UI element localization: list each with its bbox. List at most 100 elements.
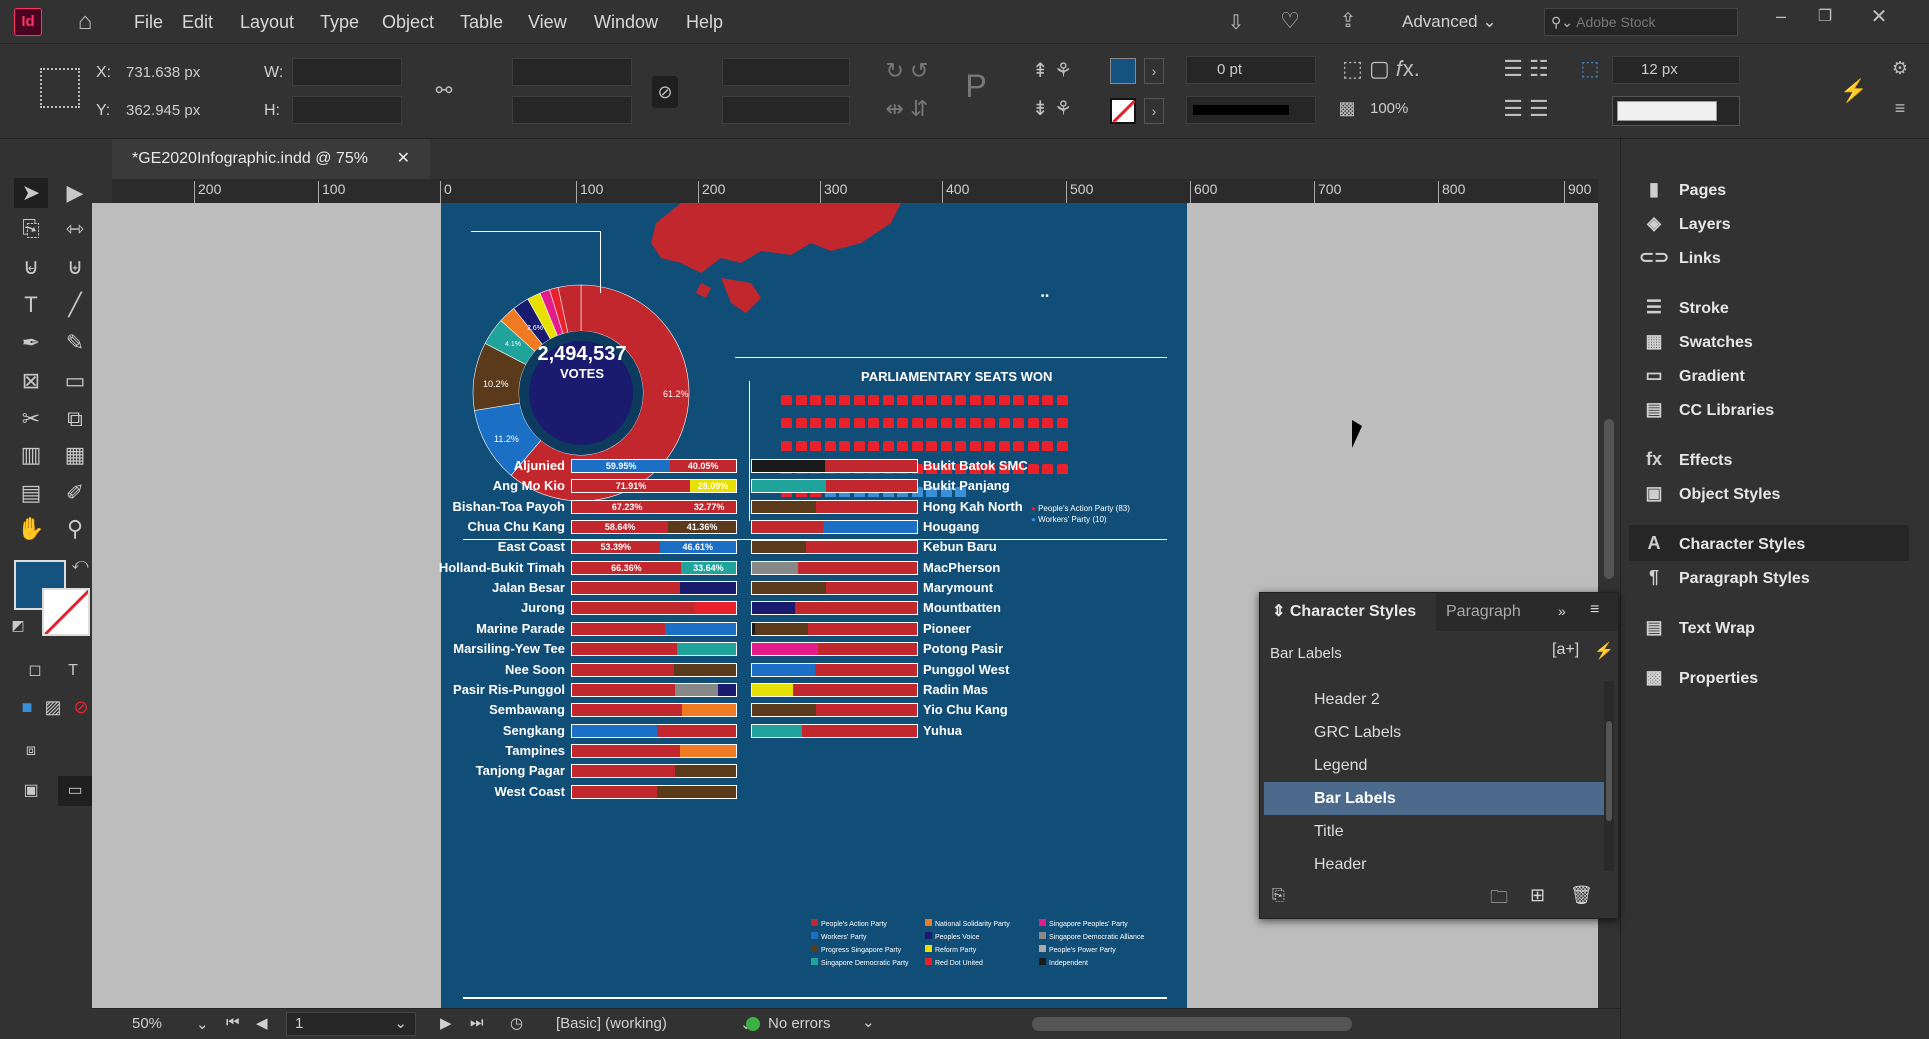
tab-paragraph-styles[interactable]: Paragraph	[1446, 593, 1521, 631]
stroke-swatch[interactable]	[1110, 98, 1136, 124]
apply-color-icon[interactable]: ■	[14, 692, 40, 722]
h-field[interactable]	[292, 96, 402, 124]
menu-window[interactable]: Window	[594, 0, 658, 44]
horizontal-ruler[interactable]: 200 100 0 100 200 300 400 500 600 700 800 900	[112, 179, 1598, 203]
minimize-icon[interactable]: –	[1766, 6, 1796, 36]
first-page-icon[interactable]: ⏮	[226, 1014, 240, 1031]
scissors-tool-icon[interactable]: ✂	[14, 404, 48, 434]
rectangle-frame-tool-icon[interactable]: ⊠	[14, 366, 48, 396]
style-item[interactable]: Header 2	[1264, 683, 1604, 716]
free-transform-tool-icon[interactable]: ⧉	[58, 404, 92, 434]
menu-view[interactable]: View	[528, 0, 567, 44]
share-icon[interactable]: ⇪	[1334, 8, 1362, 36]
menu-type[interactable]: Type	[320, 0, 359, 44]
panel-item-properties[interactable]: ▩ Properties	[1639, 659, 1919, 695]
quick-actions-icon[interactable]: ⚡	[1840, 78, 1867, 104]
workspace-switcher[interactable]: Advanced ⌄	[1402, 0, 1497, 44]
adobe-stock-search[interactable]: ⚲⌄ Adobe Stock	[1544, 8, 1738, 36]
menu-help[interactable]: Help	[686, 0, 723, 44]
view-mode-icon[interactable]: ▭	[58, 776, 92, 806]
stroke-options-arrow[interactable]: ›	[1144, 98, 1164, 124]
text-frame-p-icon[interactable]: P	[958, 68, 994, 105]
y-field[interactable]: 362.945 px	[118, 98, 238, 126]
close-tab-icon[interactable]: ✕	[397, 139, 410, 179]
gradient-swatch-tool-icon[interactable]: ▥	[14, 440, 48, 470]
rectangle-tool-icon[interactable]: ▭	[58, 366, 92, 396]
menu-edit[interactable]: Edit	[182, 0, 213, 44]
grid-align-icon[interactable]: ⬚	[1578, 56, 1602, 81]
menu-layout[interactable]: Layout	[240, 0, 294, 44]
stroke-color-box[interactable]	[42, 588, 90, 636]
panel-item-paragraph-styles[interactable]: ¶ Paragraph Styles	[1639, 559, 1919, 595]
horizontal-scrollbar[interactable]	[1032, 1017, 1352, 1031]
new-group-icon[interactable]: 🗀	[1490, 885, 1508, 915]
next-page-icon[interactable]: ▶	[440, 1014, 452, 1032]
eyedropper-tool-icon[interactable]: ✐	[58, 478, 92, 508]
font-size-field[interactable]: 12 px	[1612, 56, 1740, 84]
panel-item-cc-libraries[interactable]: ▤ CC Libraries	[1639, 391, 1919, 427]
document-tab[interactable]: *GE2020Infographic.indd @ 75% ✕	[112, 139, 430, 179]
panel-item-text-wrap[interactable]: ▤ Text Wrap	[1639, 609, 1919, 645]
apply-none-icon[interactable]: ⊘	[68, 692, 94, 722]
w-field[interactable]	[292, 58, 402, 86]
style-item[interactable]: Bar Labels	[1264, 782, 1604, 815]
swap-colors-icon[interactable]: ⤺	[70, 550, 90, 580]
panel-menu-icon[interactable]: ≡	[1590, 601, 1599, 619]
panel-item-pages[interactable]: ▮ Pages	[1639, 171, 1919, 207]
style-item[interactable]: GRC Labels	[1264, 716, 1604, 749]
settings-icon[interactable]: ⚙	[1888, 58, 1912, 79]
content-collector-icon[interactable]: ⊌	[14, 252, 48, 282]
content-placer-icon[interactable]: ⊎	[58, 252, 92, 282]
panel-item-effects[interactable]: fx Effects	[1639, 441, 1919, 477]
prev-page-icon[interactable]: ◀	[256, 1014, 268, 1032]
document-page[interactable]: ■ ■ 2,494,537 VOTES 61.2% 11.2% 10.2% 4.…	[439, 203, 1187, 1008]
screen-mode-icon[interactable]: ⧈	[14, 736, 48, 766]
fill-swatch[interactable]	[1110, 58, 1136, 84]
panel-item-character-styles[interactable]: A Character Styles	[1629, 525, 1909, 561]
menu-object[interactable]: Object	[382, 0, 434, 44]
create-style-icon[interactable]: [a+]	[1552, 641, 1579, 659]
stroke-weight-field[interactable]: 0 pt	[1186, 56, 1316, 84]
menu-table[interactable]: Table	[460, 0, 503, 44]
errors-dropdown-icon[interactable]: ⌄	[862, 1013, 875, 1031]
distribute-icon[interactable]: ⇟ ⚘	[1022, 96, 1082, 121]
selection-tool-icon[interactable]: ➤	[14, 178, 48, 208]
errors-status[interactable]: No errors	[768, 1015, 831, 1032]
formatting-container-icon[interactable]: ◻	[20, 656, 50, 686]
style-item[interactable]: Legend	[1264, 749, 1604, 782]
preview-mode-icon[interactable]: ▣	[14, 776, 48, 806]
style-item[interactable]: Header	[1264, 848, 1604, 881]
link-icon[interactable]: ⊘	[652, 76, 678, 108]
stroke-type-dropdown[interactable]	[1186, 96, 1316, 124]
zoom-dropdown[interactable]: 50% ⌄	[132, 1015, 212, 1033]
gradient-feather-tool-icon[interactable]: ▦	[58, 440, 92, 470]
panel-item-links[interactable]: ⊂⊃ Links	[1639, 239, 1919, 275]
quick-apply-icon[interactable]: ⚡	[1594, 641, 1614, 661]
flip-icon[interactable]: ⇹ ⇵	[872, 96, 942, 122]
type-tool-icon[interactable]: T	[14, 290, 48, 320]
preflight-profile-dropdown[interactable]: [Basic] (working)⌄	[556, 1015, 753, 1033]
text-align-icon[interactable]: ☰ ☷	[1486, 56, 1566, 82]
shear-field[interactable]	[722, 96, 850, 124]
line-tool-icon[interactable]: ╱	[58, 290, 92, 320]
lightbulb-icon[interactable]: ♡	[1278, 8, 1302, 36]
panel-item-gradient[interactable]: ▭ Gradient	[1639, 357, 1919, 393]
scale-x-field[interactable]	[512, 58, 632, 86]
home-icon[interactable]: ⌂	[70, 8, 100, 36]
text-align-2-icon[interactable]: ☰ ☰	[1486, 96, 1566, 122]
preflight-profile-icon[interactable]: ◷	[510, 1014, 523, 1032]
note-tool-icon[interactable]: ▤	[14, 478, 48, 508]
style-item[interactable]: Title	[1264, 815, 1604, 848]
scale-y-field[interactable]	[512, 96, 632, 124]
close-icon[interactable]: ✕	[1864, 4, 1894, 34]
direct-selection-tool-icon[interactable]: ▶	[58, 178, 92, 208]
fill-options-arrow[interactable]: ›	[1144, 58, 1164, 84]
apply-gradient-icon[interactable]: ▨	[40, 692, 66, 722]
x-field[interactable]: 731.638 px	[118, 60, 238, 88]
pencil-tool-icon[interactable]: ✎	[58, 328, 92, 358]
panel-item-layers[interactable]: ◈ Layers	[1639, 205, 1919, 241]
constrain-proportions-icon[interactable]: ⚯	[432, 78, 456, 108]
last-page-icon[interactable]: ⏭	[470, 1014, 484, 1031]
rotate-field[interactable]	[722, 58, 850, 86]
panel-expand-icon[interactable]: »	[1558, 603, 1566, 619]
